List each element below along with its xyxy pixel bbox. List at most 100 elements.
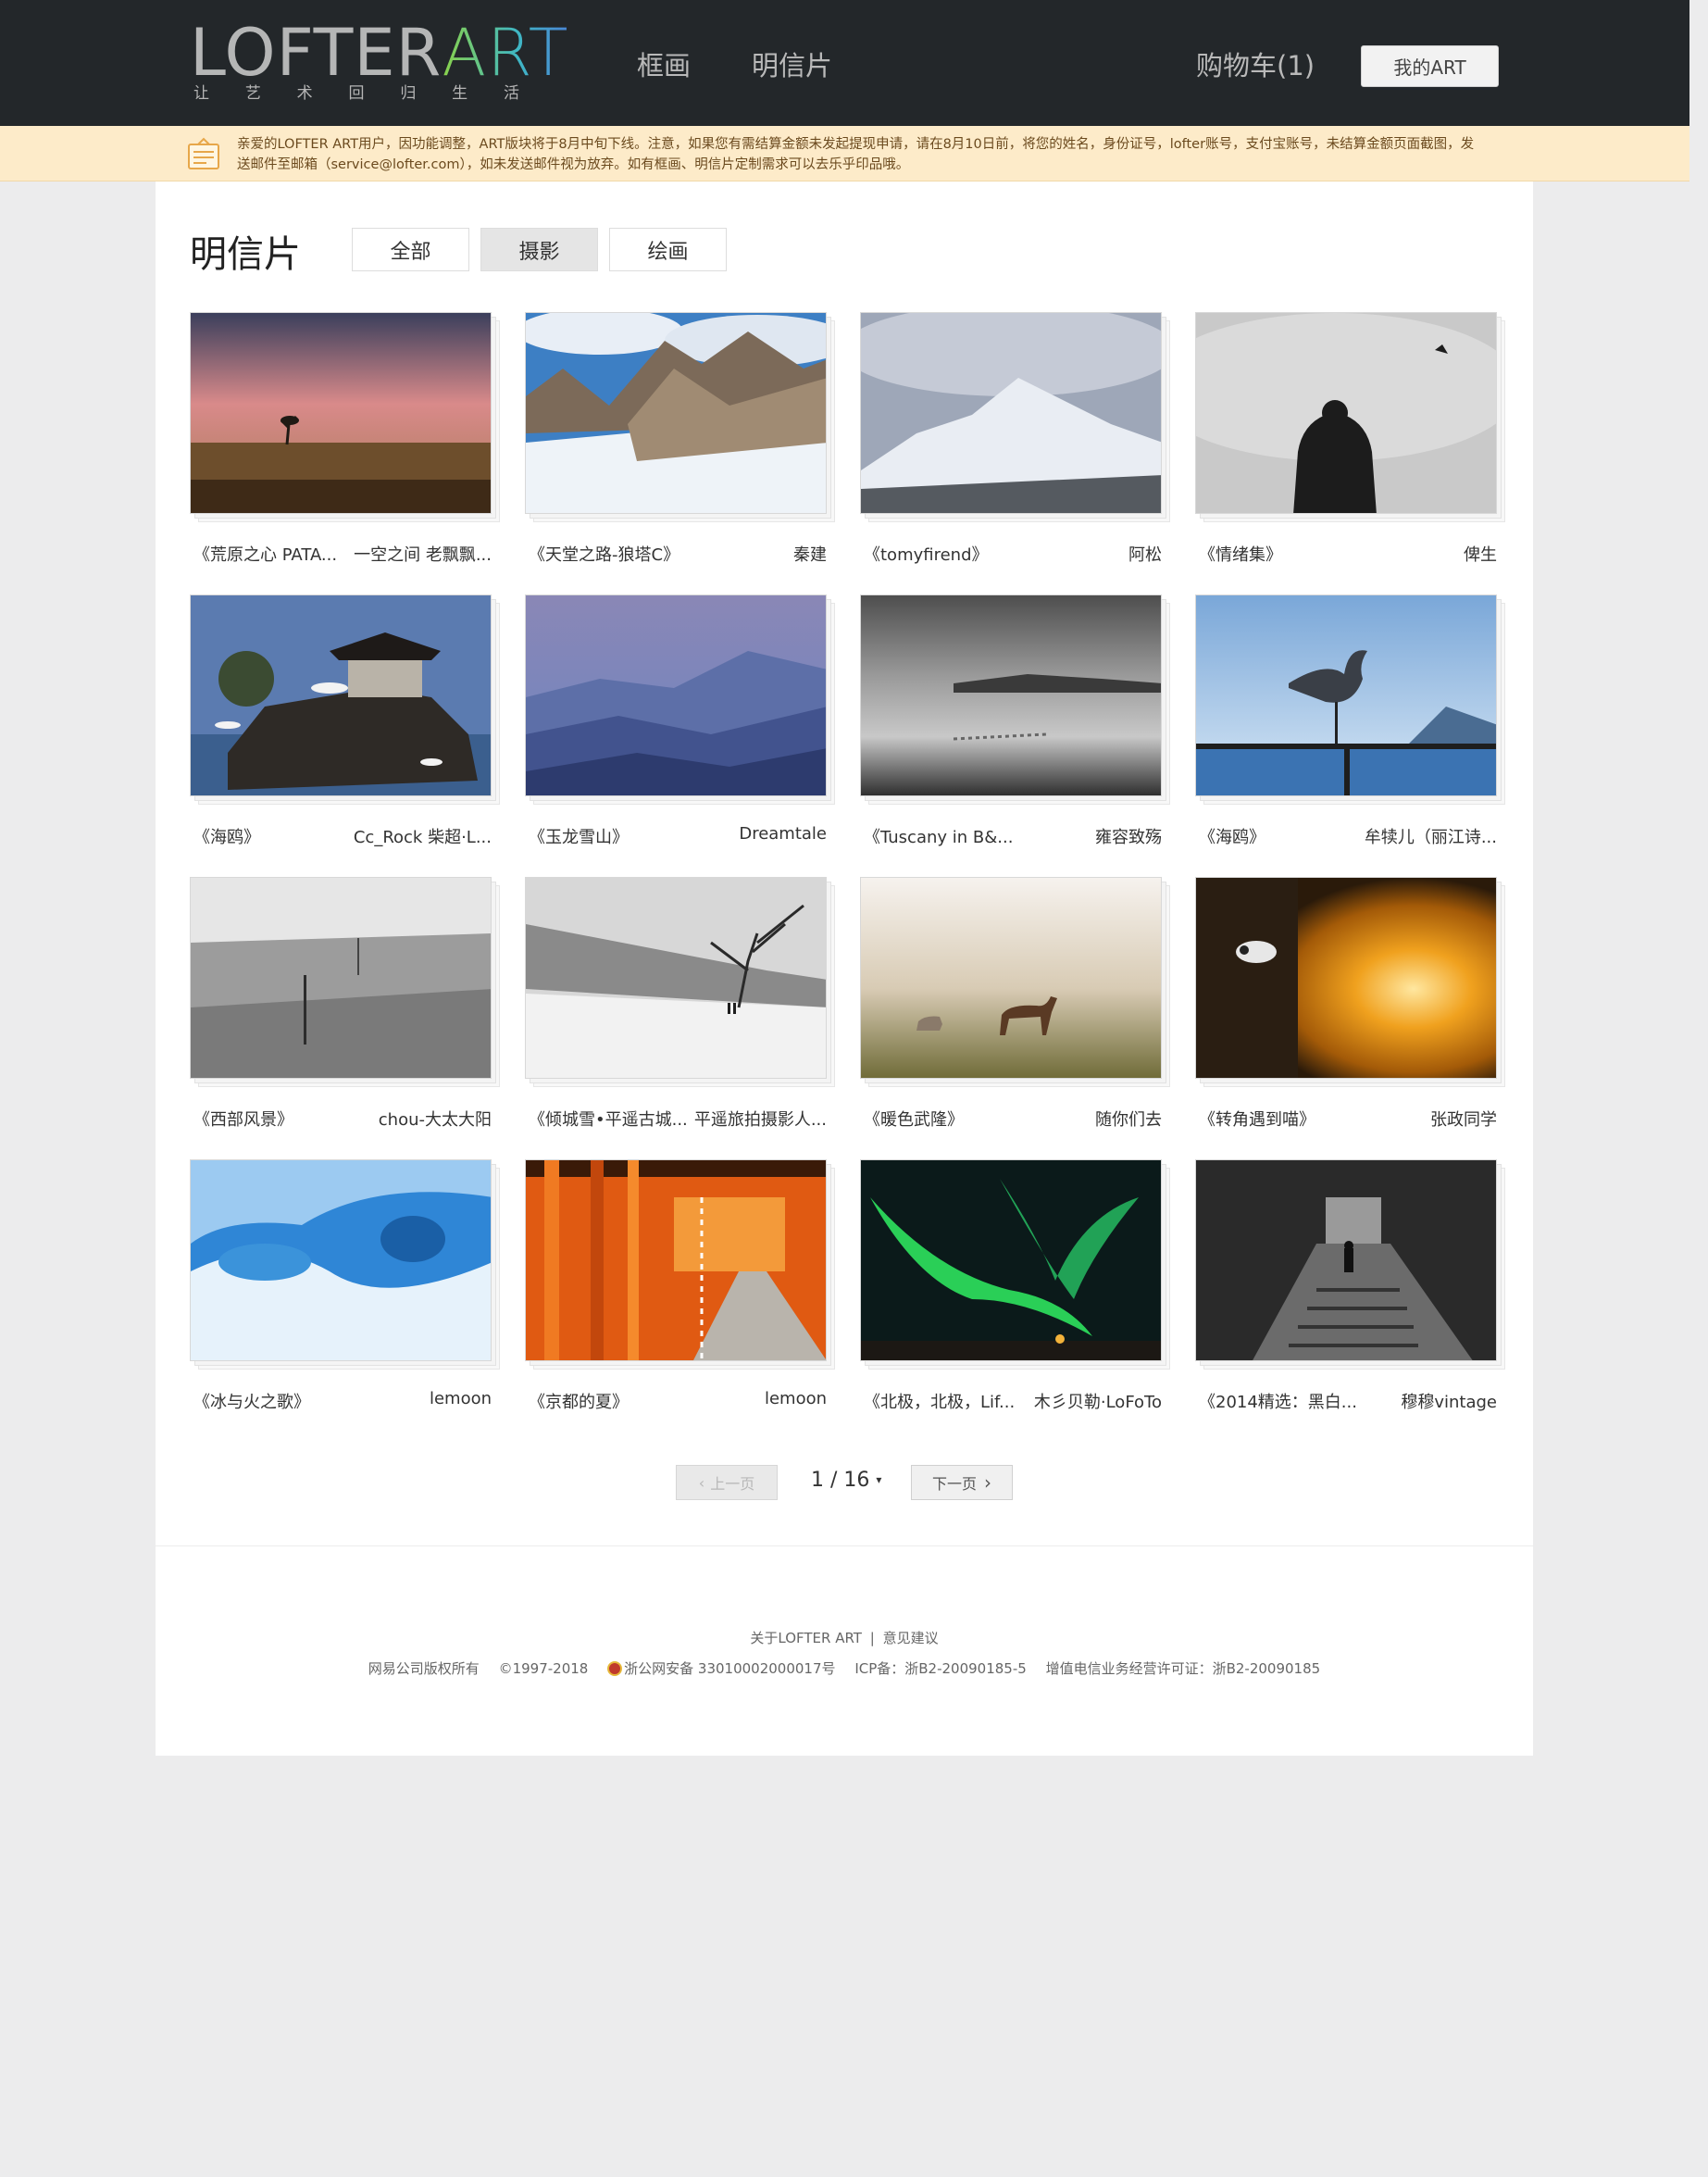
chevron-right-icon: › [984, 1471, 991, 1494]
postcard-author[interactable]: 一空之间 老飘飘... [354, 542, 492, 566]
postcard-caption: 《倾城雪•平遥古城... 平遥旅拍摄影人... [525, 1107, 827, 1131]
postcard-author[interactable]: 随你们去 [1095, 1107, 1162, 1131]
postcard-image[interactable] [860, 1159, 1162, 1361]
postcard-title[interactable]: 《北极，北极，Lif... [860, 1389, 1015, 1413]
postcard-card[interactable]: 《北极，北极，Lif... 木彡贝勒·LoFoTo [860, 1159, 1170, 1437]
postcard-card[interactable]: 《西部风景》 chou-大太大阳 [190, 877, 500, 1155]
filter-photography[interactable]: 摄影 [480, 228, 598, 271]
postcard-card[interactable]: 《暖色武隆》 随你们去 [860, 877, 1170, 1155]
postcard-author[interactable]: 阿松 [1128, 542, 1162, 566]
filter-all[interactable]: 全部 [352, 228, 469, 271]
postcard-title[interactable]: 《情绪集》 [1195, 542, 1282, 566]
postcard-title[interactable]: 《玉龙雪山》 [525, 824, 629, 848]
postcard-author[interactable]: 牟犊儿（丽江诗... [1365, 824, 1497, 848]
postcard-caption: 《暖色武隆》 随你们去 [860, 1107, 1162, 1131]
postcard-card[interactable]: 《转角遇到喵》 张政同学 [1195, 877, 1505, 1155]
lofter-art-logo[interactable]: LOFTERART 让 艺 术 回 归 生 活 [190, 20, 567, 104]
postcard-author[interactable]: 张政同学 [1430, 1107, 1497, 1131]
postcard-caption: 《tomyfirend》 阿松 [860, 542, 1162, 566]
pagination: ‹ 上一页 1 / 16 ▾ 下一页 › [156, 1465, 1533, 1502]
police-badge-icon [607, 1661, 623, 1676]
icp-link[interactable]: ICP备：浙B2-20090185-5 [854, 1660, 1027, 1677]
postcard-title[interactable]: 《冰与火之歌》 [190, 1389, 310, 1413]
chevron-left-icon: ‹ [698, 1473, 705, 1492]
postcard-card[interactable]: 《情绪集》 俾生 [1195, 312, 1505, 590]
postcard-card[interactable]: 《tomyfirend》 阿松 [860, 312, 1170, 590]
postcard-title[interactable]: 《tomyfirend》 [860, 542, 989, 566]
postcard-card[interactable]: 《冰与火之歌》 lemoon [190, 1159, 500, 1437]
postcard-image[interactable] [1195, 594, 1497, 796]
nav-postcards[interactable]: 明信片 [752, 44, 832, 83]
postcard-author[interactable]: chou-大太大阳 [379, 1107, 492, 1131]
postcard-image[interactable] [525, 594, 827, 796]
postcard-title[interactable]: 《转角遇到喵》 [1195, 1107, 1315, 1131]
postcard-author[interactable]: 平遥旅拍摄影人... [694, 1107, 827, 1131]
postcard-image[interactable] [190, 1159, 492, 1361]
postcard-card[interactable]: 《Tuscany in B&... 雍容致殇 [860, 594, 1170, 872]
postcard-title[interactable]: 《京都的夏》 [525, 1389, 629, 1413]
postcard-image[interactable] [190, 312, 492, 514]
postcard-title[interactable]: 《倾城雪•平遥古城... [525, 1107, 688, 1131]
feedback-link[interactable]: 意见建议 [883, 1630, 939, 1646]
category-filters: 全部 摄影 绘画 [352, 228, 727, 271]
page-selector[interactable]: 1 / 16 ▾ [811, 1469, 881, 1492]
postcard-image[interactable] [190, 594, 492, 796]
prev-page-button[interactable]: ‹ 上一页 [676, 1465, 778, 1500]
about-link[interactable]: 关于LOFTER ART [750, 1630, 862, 1646]
postcard-image[interactable] [525, 312, 827, 514]
main-nav: 框画 明信片 [637, 44, 832, 83]
footer-copyright: 网易公司版权所有 ©1997-2018 浙公网安备 33010002000017… [368, 1660, 1321, 1677]
postcard-author[interactable]: lemoon [430, 1389, 492, 1413]
postcard-card[interactable]: 《京都的夏》 lemoon [525, 1159, 835, 1437]
postcard-title[interactable]: 《海鸥》 [190, 824, 260, 848]
postcard-author[interactable]: 雍容致殇 [1095, 824, 1162, 848]
police-record-link[interactable]: 浙公网安备 33010002000017号 [624, 1660, 835, 1677]
filter-painting[interactable]: 绘画 [609, 228, 727, 271]
postcard-image[interactable] [860, 312, 1162, 514]
postcard-card[interactable]: 《倾城雪•平遥古城... 平遥旅拍摄影人... [525, 877, 835, 1155]
postcard-image[interactable] [1195, 877, 1497, 1079]
postcard-author[interactable]: Dreamtale [739, 824, 827, 848]
postcard-title[interactable]: 《暖色武隆》 [860, 1107, 964, 1131]
postcard-title[interactable]: 《Tuscany in B&... [860, 824, 1013, 848]
postcard-caption: 《海鸥》 牟犊儿（丽江诗... [1195, 824, 1497, 848]
postcard-image[interactable] [860, 877, 1162, 1079]
footer-links: 关于LOFTER ART | 意见建议 [750, 1630, 939, 1646]
notice-board-icon [188, 137, 219, 169]
postcard-image[interactable] [860, 594, 1162, 796]
postcard-title[interactable]: 《海鸥》 [1195, 824, 1265, 848]
postcard-card[interactable]: 《海鸥》 牟犊儿（丽江诗... [1195, 594, 1505, 872]
postcard-image[interactable] [525, 1159, 827, 1361]
nav-framed-art[interactable]: 框画 [637, 44, 691, 83]
postcard-image[interactable] [1195, 1159, 1497, 1361]
postcard-card[interactable]: 《荒原之心 PATA... 一空之间 老飘飘... [190, 312, 500, 590]
my-art-button[interactable]: 我的ART [1361, 45, 1499, 87]
postcard-card[interactable]: 《海鸥》 Cc_Rock 柴超·L... [190, 594, 500, 872]
postcard-title[interactable]: 《荒原之心 PATA... [190, 542, 337, 566]
postcard-caption: 《北极，北极，Lif... 木彡贝勒·LoFoTo [860, 1389, 1162, 1413]
postcard-title[interactable]: 《2014精选：黑白... [1195, 1389, 1357, 1413]
postcard-card[interactable]: 《2014精选：黑白... 穆穆vintage [1195, 1159, 1505, 1437]
postcard-author[interactable]: 穆穆vintage [1401, 1389, 1497, 1413]
postcard-caption: 《冰与火之歌》 lemoon [190, 1389, 492, 1413]
postcard-image[interactable] [190, 877, 492, 1079]
postcard-card[interactable]: 《玉龙雪山》 Dreamtale [525, 594, 835, 872]
postcard-author[interactable]: lemoon [765, 1389, 827, 1413]
postcard-caption: 《2014精选：黑白... 穆穆vintage [1195, 1389, 1497, 1413]
postcard-caption: 《海鸥》 Cc_Rock 柴超·L... [190, 824, 492, 848]
postcard-caption: 《Tuscany in B&... 雍容致殇 [860, 824, 1162, 848]
next-page-button[interactable]: 下一页 › [911, 1465, 1013, 1500]
cart-link[interactable]: 购物车(1) [1196, 44, 1315, 83]
postcard-image[interactable] [1195, 312, 1497, 514]
postcard-author[interactable]: 俾生 [1464, 542, 1497, 566]
postcard-caption: 《情绪集》 俾生 [1195, 542, 1497, 566]
postcard-author[interactable]: 秦建 [793, 542, 827, 566]
footer-divider [156, 1545, 1533, 1546]
postcard-title[interactable]: 《西部风景》 [190, 1107, 293, 1131]
postcard-card[interactable]: 《天堂之路-狼塔C》 秦建 [525, 312, 835, 590]
postcard-caption: 《西部风景》 chou-大太大阳 [190, 1107, 492, 1131]
postcard-author[interactable]: Cc_Rock 柴超·L... [354, 824, 492, 848]
postcard-image[interactable] [525, 877, 827, 1079]
postcard-title[interactable]: 《天堂之路-狼塔C》 [525, 542, 679, 566]
postcard-author[interactable]: 木彡贝勒·LoFoTo [1034, 1389, 1162, 1413]
